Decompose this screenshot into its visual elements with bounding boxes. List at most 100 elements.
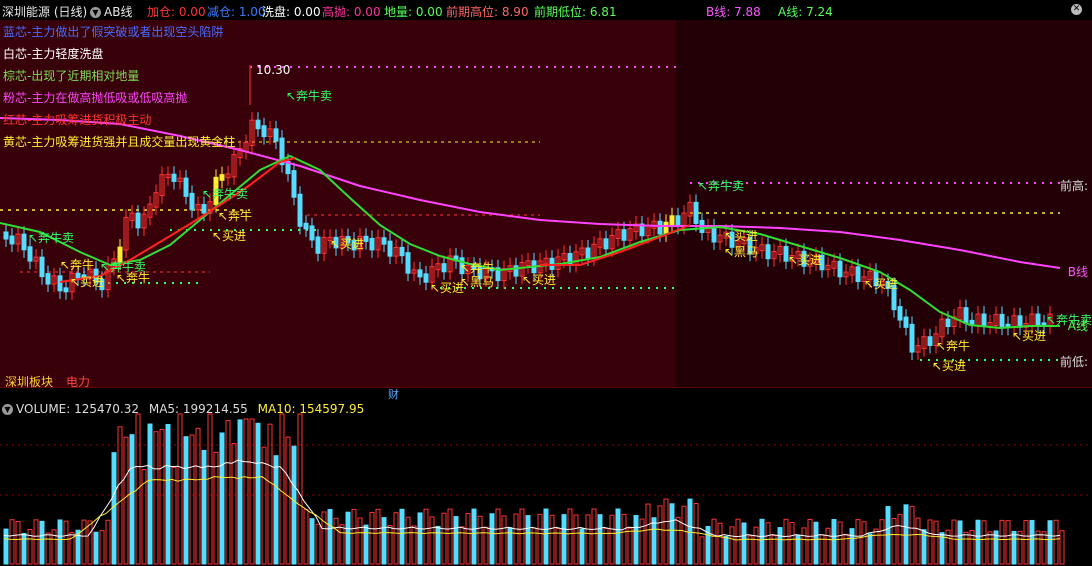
candle — [927, 336, 933, 347]
candle — [945, 318, 951, 328]
close-icon[interactable]: ✕ — [1071, 4, 1082, 15]
price-chart-canvas: 10.30↖奔牛卖↖奔牛↖买进↖奔牛卖↖奔牛↖奔牛卖↖奔牛↖买进↖奔牛卖↖买进↖… — [0, 20, 1092, 388]
candle — [315, 236, 321, 254]
volume-bar — [39, 520, 45, 565]
stock-chart-window: 深圳能源 (日线) ▼ AB线 加仓: 0.00 减仓: 1.00 洗盘: 0.00 高… — [0, 0, 1092, 566]
volume-bar — [687, 498, 693, 565]
signal-label: ↖奔牛 — [218, 208, 252, 223]
candle — [183, 177, 189, 197]
ma5-value: 199214.55 — [182, 402, 248, 416]
signal-label: ↖买进 — [430, 281, 464, 295]
volume-bar — [309, 518, 315, 565]
signal-label: ↖黑马 — [724, 245, 758, 259]
volume-bar — [417, 512, 423, 565]
candle — [369, 237, 375, 251]
price-chart[interactable]: 10.30 ↖奔牛卖 ↖奔牛 ↖买进 ↖奔牛卖 ↖奔牛 ↖奔牛卖 ↖奔牛 ↖买进 ↖奔牛卖 ↖买进 ↖… — [0, 20, 1092, 390]
volume-bar — [741, 522, 747, 565]
candle — [405, 252, 411, 274]
volume-bar — [255, 422, 261, 565]
volume-bar — [381, 517, 387, 565]
signal-label: ↖奔牛卖 — [286, 88, 332, 103]
volume-bar — [183, 436, 189, 565]
legend-white: 白芯-主力轻度洗盘 — [3, 47, 104, 61]
candle — [27, 246, 33, 262]
chart-header: 深圳能源 (日线) ▼ AB线 加仓: 0.00 减仓: 1.00 洗盘: 0.00 高… — [0, 0, 1092, 20]
volume-bar — [651, 517, 657, 565]
chevron-down-icon: ▼ — [90, 7, 101, 18]
indicator-name: AB线 — [104, 5, 133, 19]
volume-panel[interactable]: ▼ VOLUME: 125470.32 MA5: 199214.55 MA10: … — [0, 400, 1092, 566]
signal-label: ↖奔牛 — [60, 257, 94, 272]
stat-item: 减仓: 1.00 — [207, 5, 266, 19]
candle — [9, 235, 15, 245]
industry-tag[interactable]: 电力 — [66, 373, 90, 390]
stock-title: 深圳能源 (日线) — [2, 5, 88, 19]
candle — [423, 273, 429, 283]
volume-canvas — [0, 400, 1092, 566]
volume-bar — [867, 533, 873, 565]
legend-red: 红芯-主力吸筹进货积极主动 — [3, 113, 152, 127]
volume-bar — [93, 531, 99, 565]
prev-low-label: 前低: — [1059, 355, 1088, 369]
volume-header: ▼ VOLUME: 125470.32 MA5: 199214.55 MA10: … — [2, 402, 364, 416]
volume-bar — [327, 509, 333, 565]
chevron-down-icon[interactable]: ▼ — [2, 404, 13, 415]
candle — [909, 323, 915, 353]
stat-item: 地量: 0.00 — [384, 5, 443, 19]
volume-bar — [1047, 520, 1053, 565]
candle — [57, 275, 63, 292]
volume-bar — [129, 434, 135, 565]
candle — [189, 192, 195, 211]
candle — [39, 256, 45, 278]
volume-bar — [273, 455, 279, 565]
candle — [399, 246, 405, 257]
signal-label: ↖奔牛卖 — [202, 186, 248, 201]
candle — [309, 225, 315, 241]
volume-value: 125470.32 — [74, 402, 140, 416]
volume-bar — [543, 508, 549, 565]
ma5-label: MA5: — [148, 402, 183, 416]
signal-label: ↖奔牛 — [116, 270, 150, 285]
volume-bar — [147, 423, 153, 565]
volume-bar — [579, 528, 585, 565]
volume-bar — [813, 521, 819, 565]
signal-label: ↖买进 — [1012, 329, 1046, 343]
signal-label: ↖奔牛卖 — [698, 178, 744, 193]
volume-bar — [633, 515, 639, 565]
stat-item: 前期高位: 8.90 — [446, 5, 529, 19]
candle — [219, 174, 225, 181]
candle — [765, 244, 771, 260]
volume-bar — [597, 514, 603, 565]
signal-label: ↖奔牛 — [460, 260, 494, 275]
signal-label: ↖买进 — [724, 229, 758, 243]
legend-brown: 棕芯-出现了近期相对地量 — [3, 69, 140, 83]
volume-bar — [615, 508, 621, 565]
ma10-value: 154597.95 — [299, 402, 365, 416]
candle — [963, 307, 969, 324]
candle — [303, 222, 309, 230]
volume-bar — [723, 535, 729, 565]
candle — [441, 263, 447, 273]
candle — [63, 287, 69, 293]
candle — [621, 229, 627, 241]
candle — [273, 128, 279, 142]
volume-bar — [903, 504, 909, 565]
candle — [255, 119, 261, 130]
stat-item: 高抛: 0.00 — [322, 5, 381, 19]
volume-bar — [3, 528, 9, 565]
high-price-label: 10.30 — [256, 63, 290, 77]
candle — [999, 313, 1005, 328]
volume-bar — [957, 520, 963, 565]
signal-label: ↖买进 — [864, 277, 898, 291]
volume-bar — [525, 515, 531, 565]
volume-bar — [219, 432, 225, 565]
signal-label: ↖买进 — [522, 273, 556, 287]
sector-tag[interactable]: 深圳板块 — [5, 373, 53, 390]
volume-bar — [831, 519, 837, 565]
volume-bar — [291, 445, 297, 565]
ma10-label: MA10: — [257, 402, 300, 416]
stat-item: B线: 7.88 — [706, 5, 761, 19]
volume-bar — [975, 519, 981, 565]
indicator-selector[interactable]: ▼ AB线 — [90, 3, 132, 20]
signal-label: ↖买进 — [330, 237, 364, 251]
